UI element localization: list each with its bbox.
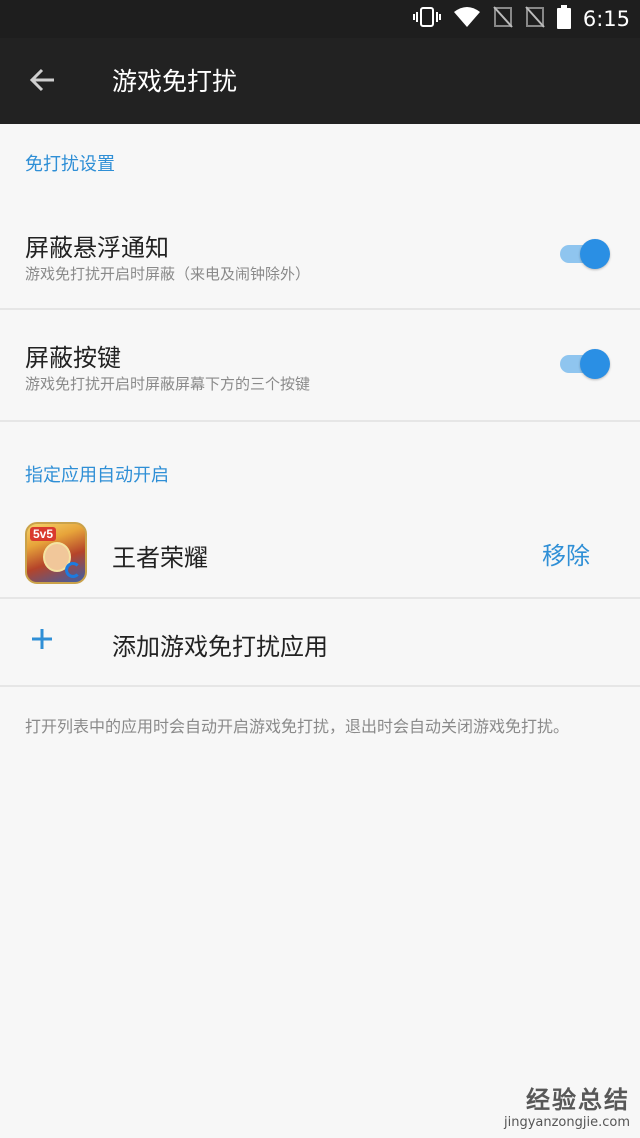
arrow-left-icon xyxy=(29,68,55,96)
setting-title: 屏蔽按键 xyxy=(25,344,121,372)
tencent-logo-icon xyxy=(65,562,81,578)
toggle-switch-block-keys[interactable] xyxy=(560,349,610,379)
watermark: 经验总结 jingyanzongjie.com xyxy=(504,1080,630,1130)
section-header-settings: 免打扰设置 xyxy=(25,154,115,175)
status-icons: 6:15 xyxy=(412,0,630,38)
app-icon-badge: 5v5 xyxy=(30,527,57,541)
app-row-wangzherongyao: 5v5 王者荣耀 移除 xyxy=(0,510,640,598)
app-icon-wangzherongyao: 5v5 xyxy=(25,522,87,584)
no-sim-icon xyxy=(525,6,545,32)
remove-button[interactable]: 移除 xyxy=(542,536,590,571)
add-app-label: 添加游戏免打扰应用 xyxy=(112,633,328,661)
plus-icon xyxy=(30,623,54,657)
toggle-thumb xyxy=(580,239,610,269)
setting-row-block-keys[interactable]: 屏蔽按键 游戏免打扰开启时屏蔽屏幕下方的三个按键 xyxy=(0,320,640,420)
watermark-url: jingyanzongjie.com xyxy=(503,1115,630,1130)
section-header-apps: 指定应用自动开启 xyxy=(25,465,169,486)
footnote-text: 打开列表中的应用时会自动开启游戏免打扰，退出时会自动关闭游戏免打扰。 xyxy=(25,717,570,736)
status-bar: 6:15 xyxy=(0,0,640,38)
setting-title: 屏蔽悬浮通知 xyxy=(25,234,169,262)
divider xyxy=(0,420,640,422)
app-bar: 游戏免打扰 xyxy=(0,38,640,124)
toggle-thumb xyxy=(580,349,610,379)
toggle-switch-floating-notifications[interactable] xyxy=(560,239,610,269)
setting-subtitle: 游戏免打扰开启时屏蔽（来电及闹钟除外） xyxy=(25,265,311,283)
page-title: 游戏免打扰 xyxy=(112,67,238,96)
setting-subtitle: 游戏免打扰开启时屏蔽屏幕下方的三个按键 xyxy=(25,375,311,393)
wifi-icon xyxy=(453,6,481,32)
back-button[interactable] xyxy=(20,60,64,104)
status-time: 6:15 xyxy=(582,7,630,31)
vibrate-icon xyxy=(412,6,441,32)
battery-icon xyxy=(556,5,571,33)
no-sim-icon xyxy=(493,6,513,32)
app-name: 王者荣耀 xyxy=(112,544,208,572)
divider xyxy=(0,308,640,310)
divider xyxy=(0,685,640,687)
setting-row-block-floating-notifications[interactable]: 屏蔽悬浮通知 游戏免打扰开启时屏蔽（来电及闹钟除外） xyxy=(0,210,640,308)
add-app-row[interactable]: 添加游戏免打扰应用 xyxy=(0,599,640,685)
watermark-title: 经验总结 xyxy=(526,1086,630,1114)
